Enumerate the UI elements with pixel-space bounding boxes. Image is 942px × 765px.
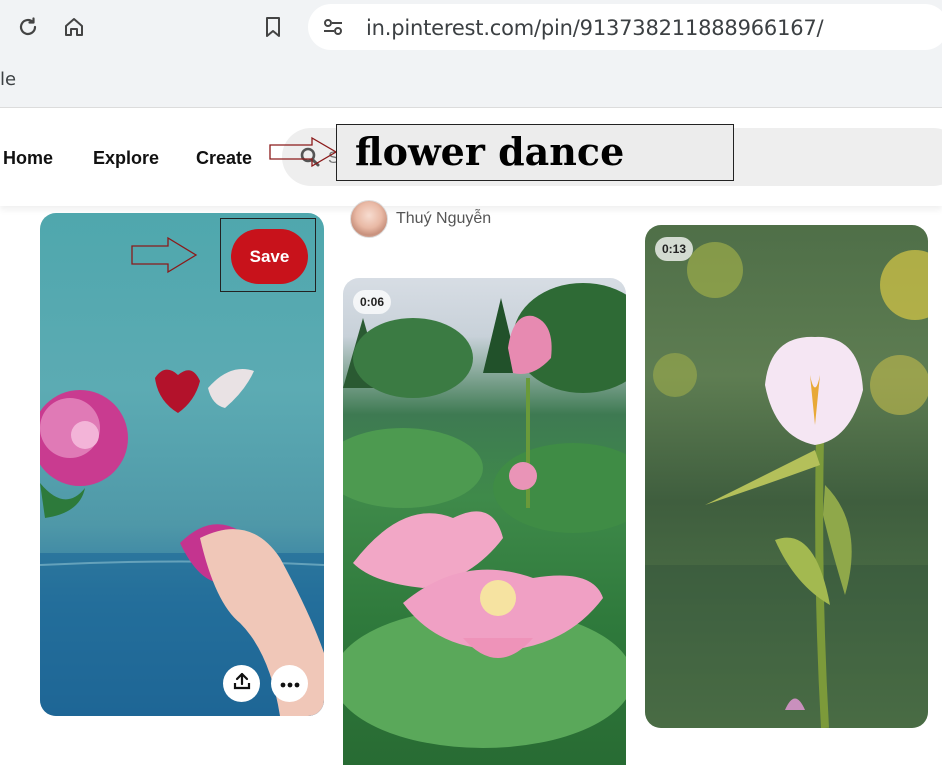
callout-box: flower dance bbox=[336, 124, 734, 181]
save-arrow-icon bbox=[131, 236, 198, 274]
address-bar[interactable]: in.pinterest.com/pin/913738211888966167/ bbox=[308, 4, 942, 50]
video-duration: 0:13 bbox=[655, 237, 694, 261]
reload-icon[interactable] bbox=[13, 12, 43, 42]
nav-create[interactable]: Create bbox=[196, 148, 252, 169]
site-settings-icon[interactable] bbox=[322, 16, 344, 43]
video-duration: 0:06 bbox=[353, 290, 392, 314]
url-text[interactable]: in.pinterest.com/pin/913738211888966167/ bbox=[366, 16, 824, 40]
callout-text: flower dance bbox=[355, 129, 625, 174]
more-options-button[interactable] bbox=[271, 665, 308, 702]
author-name[interactable]: Thuý Nguyễn bbox=[396, 210, 491, 228]
annotation-arrow-icon bbox=[269, 136, 338, 168]
share-button[interactable] bbox=[223, 665, 260, 702]
pin-card-3[interactable]: 0:13 bbox=[645, 225, 928, 728]
bookmark-item[interactable]: le bbox=[0, 69, 16, 90]
avatar[interactable] bbox=[350, 200, 388, 238]
nav-explore[interactable]: Explore bbox=[93, 148, 159, 169]
browser-toolbar: in.pinterest.com/pin/913738211888966167/ bbox=[0, 0, 942, 56]
save-button[interactable]: Save bbox=[231, 229, 308, 284]
bookmarks-bar: le bbox=[0, 56, 942, 108]
bookmark-icon[interactable] bbox=[258, 12, 288, 42]
pin-image-tulip bbox=[645, 242, 928, 728]
more-icon bbox=[280, 675, 300, 693]
home-icon[interactable] bbox=[59, 12, 89, 42]
share-icon bbox=[233, 672, 251, 695]
pin-image-lotus bbox=[343, 283, 626, 748]
pin-card-2[interactable]: 0:06 bbox=[343, 278, 626, 765]
nav-home[interactable]: Home bbox=[3, 148, 53, 169]
